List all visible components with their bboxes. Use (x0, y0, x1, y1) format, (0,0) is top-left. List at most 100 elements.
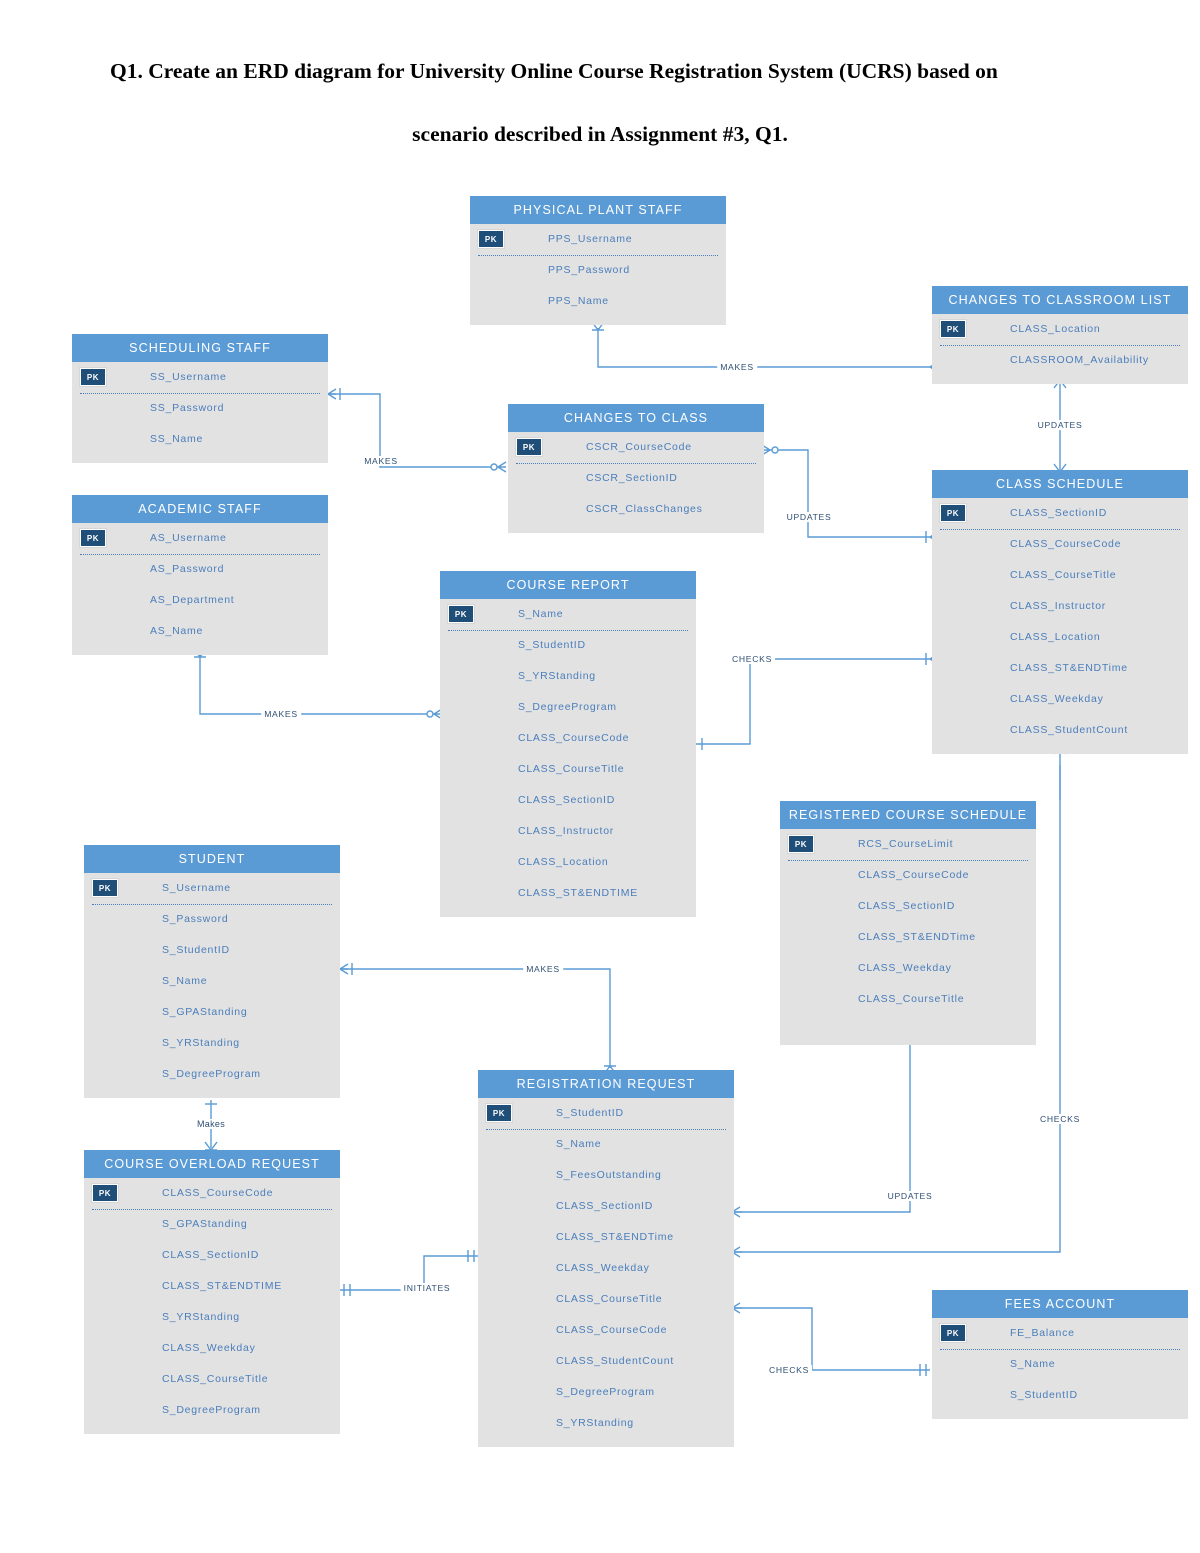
attribute-row[interactable]: CSCR_ClassChanges (508, 494, 764, 525)
attribute-row[interactable]: PPS_Name (470, 286, 726, 317)
attribute-row[interactable]: SS_Name (72, 424, 328, 455)
attribute-row-pk[interactable]: PK CLASS_SectionID (932, 498, 1188, 529)
entity-registered-course-schedule[interactable]: REGISTERED COURSE SCHEDULE PK RCS_Course… (780, 801, 1036, 1045)
attribute-row-pk[interactable]: PK S_StudentID (478, 1098, 734, 1129)
attribute-row[interactable]: S_Name (478, 1129, 734, 1160)
attribute-row[interactable]: CLASS_SectionID (84, 1240, 340, 1271)
attribute-name: CLASS_Weekday (556, 1262, 650, 1274)
attribute-row[interactable]: CLASS_ST&ENDTime (932, 653, 1188, 684)
attribute-row[interactable]: CLASS_CourseCode (780, 860, 1036, 891)
attribute-row[interactable]: S_Password (84, 904, 340, 935)
attribute-row[interactable]: PPS_Password (470, 255, 726, 286)
attribute-row[interactable]: S_DegreeProgram (84, 1059, 340, 1090)
attribute-row[interactable]: S_FeesOutstanding (478, 1160, 734, 1191)
attribute-row-pk[interactable]: PK RCS_CourseLimit (780, 829, 1036, 860)
entity-registration-request[interactable]: REGISTRATION REQUEST PK S_StudentID S_Na… (478, 1070, 734, 1447)
attribute-name: S_Name (162, 975, 208, 987)
entity-attributes: PK RCS_CourseLimit CLASS_CourseCode CLAS… (780, 829, 1036, 1045)
attribute-row-pk[interactable]: PK SS_Username (72, 362, 328, 393)
attribute-row[interactable]: S_YRStanding (440, 661, 696, 692)
attribute-name: CLASS_Location (1010, 323, 1101, 335)
attribute-name: CLASS_SectionID (858, 900, 956, 912)
entity-fees-account[interactable]: FEES ACCOUNT PK FE_Balance S_Name S_Stud… (932, 1290, 1188, 1419)
attribute-row[interactable]: CLASS_StudentCount (478, 1346, 734, 1377)
attribute-row-pk[interactable]: PK PPS_Username (470, 224, 726, 255)
entity-title: REGISTRATION REQUEST (478, 1070, 734, 1098)
attribute-row[interactable]: CLASS_StudentCount (932, 715, 1188, 746)
entity-course-report[interactable]: COURSE REPORT PK S_Name S_StudentID S_YR… (440, 571, 696, 917)
entity-physical-plant-staff[interactable]: PHYSICAL PLANT STAFF PK PPS_Username PPS… (470, 196, 726, 325)
attribute-name: CLASS_CourseTitle (1010, 569, 1117, 581)
attribute-row[interactable]: CLASS_CourseTitle (84, 1364, 340, 1395)
attribute-row[interactable]: CLASS_ST&ENDTime (780, 922, 1036, 953)
entity-class-schedule[interactable]: CLASS SCHEDULE PK CLASS_SectionID CLASS_… (932, 470, 1188, 754)
entity-changes-to-classroom-list[interactable]: CHANGES TO CLASSROOM LIST PK CLASS_Locat… (932, 286, 1188, 384)
attribute-row[interactable]: S_YRStanding (84, 1028, 340, 1059)
entity-student[interactable]: STUDENT PK S_Username S_Password S_Stude… (84, 845, 340, 1098)
attribute-row[interactable]: CLASSROOM_Availability (932, 345, 1188, 376)
relationship-label-makes-as-course-report: MAKES (261, 709, 301, 719)
attribute-row[interactable]: CLASS_Weekday (478, 1253, 734, 1284)
attribute-row[interactable]: CLASS_Weekday (932, 684, 1188, 715)
attribute-row[interactable]: CLASS_Location (440, 847, 696, 878)
attribute-row-pk[interactable]: PK CSCR_CourseCode (508, 432, 764, 463)
attribute-row[interactable]: S_Name (84, 966, 340, 997)
attribute-row[interactable]: CLASS_CourseCode (478, 1315, 734, 1346)
entity-attributes: PK CLASS_SectionID CLASS_CourseCode CLAS… (932, 498, 1188, 754)
attribute-row[interactable]: CLASS_Instructor (440, 816, 696, 847)
attribute-name: CLASS_SectionID (162, 1249, 260, 1261)
attribute-row-pk[interactable]: PK CLASS_CourseCode (84, 1178, 340, 1209)
attribute-name: S_StudentID (1010, 1389, 1078, 1401)
attribute-row[interactable]: CLASS_Instructor (932, 591, 1188, 622)
attribute-row[interactable]: AS_Department (72, 585, 328, 616)
attribute-name: CSCR_SectionID (586, 472, 678, 484)
attribute-row-pk[interactable]: PK AS_Username (72, 523, 328, 554)
entity-course-overload-request[interactable]: COURSE OVERLOAD REQUEST PK CLASS_CourseC… (84, 1150, 340, 1434)
attribute-name: S_GPAStanding (162, 1218, 248, 1230)
attribute-row[interactable]: S_DegreeProgram (84, 1395, 340, 1426)
attribute-row[interactable]: SS_Password (72, 393, 328, 424)
entity-title: COURSE OVERLOAD REQUEST (84, 1150, 340, 1178)
attribute-row[interactable]: AS_Name (72, 616, 328, 647)
attribute-row[interactable]: CLASS_SectionID (780, 891, 1036, 922)
attribute-row-pk[interactable]: PK S_Username (84, 873, 340, 904)
attribute-row[interactable]: S_StudentID (84, 935, 340, 966)
attribute-row[interactable]: CLASS_CourseTitle (440, 754, 696, 785)
attribute-row-pk[interactable]: PK CLASS_Location (932, 314, 1188, 345)
entity-scheduling-staff[interactable]: SCHEDULING STAFF PK SS_Username SS_Passw… (72, 334, 328, 463)
attribute-row[interactable]: CLASS_Weekday (84, 1333, 340, 1364)
attribute-row[interactable]: CLASS_CourseCode (440, 723, 696, 754)
attribute-row[interactable]: CLASS_CourseTitle (780, 984, 1036, 1015)
attribute-row[interactable]: CLASS_CourseCode (932, 529, 1188, 560)
attribute-row[interactable]: CLASS_ST&ENDTime (478, 1222, 734, 1253)
attribute-row[interactable]: CLASS_SectionID (478, 1191, 734, 1222)
attribute-row[interactable]: CLASS_Weekday (780, 953, 1036, 984)
attribute-name: S_StudentID (556, 1107, 624, 1119)
entity-academic-staff[interactable]: ACADEMIC STAFF PK AS_Username AS_Passwor… (72, 495, 328, 655)
attribute-row[interactable]: CLASS_CourseTitle (932, 560, 1188, 591)
attribute-row[interactable]: CLASS_CourseTitle (478, 1284, 734, 1315)
attribute-row[interactable]: CLASS_SectionID (440, 785, 696, 816)
attribute-row[interactable]: S_DegreeProgram (478, 1377, 734, 1408)
attribute-row-pk[interactable]: PK S_Name (440, 599, 696, 630)
attribute-row[interactable]: S_StudentID (440, 630, 696, 661)
attribute-row[interactable]: S_YRStanding (478, 1408, 734, 1439)
attribute-row[interactable]: S_GPAStanding (84, 997, 340, 1028)
attribute-row[interactable]: AS_Password (72, 554, 328, 585)
attribute-name: CLASS_CourseTitle (162, 1373, 269, 1385)
attribute-name: S_FeesOutstanding (556, 1169, 662, 1181)
attribute-row[interactable]: S_DegreeProgram (440, 692, 696, 723)
attribute-row[interactable]: CLASS_ST&ENDTIME (440, 878, 696, 909)
attribute-row[interactable]: S_YRStanding (84, 1302, 340, 1333)
attribute-row[interactable]: S_StudentID (932, 1380, 1188, 1411)
entity-changes-to-class[interactable]: CHANGES TO CLASS PK CSCR_CourseCode CSCR… (508, 404, 764, 533)
attribute-row[interactable]: S_Name (932, 1349, 1188, 1380)
attribute-row-pk[interactable]: PK FE_Balance (932, 1318, 1188, 1349)
attribute-row[interactable]: S_GPAStanding (84, 1209, 340, 1240)
entity-attributes: PK SS_Username SS_Password SS_Name (72, 362, 328, 463)
attribute-row[interactable]: CLASS_ST&ENDTIME (84, 1271, 340, 1302)
attribute-row[interactable]: CSCR_SectionID (508, 463, 764, 494)
attribute-name: S_Name (518, 608, 564, 620)
attribute-name: S_DegreeProgram (162, 1404, 261, 1416)
attribute-row[interactable]: CLASS_Location (932, 622, 1188, 653)
